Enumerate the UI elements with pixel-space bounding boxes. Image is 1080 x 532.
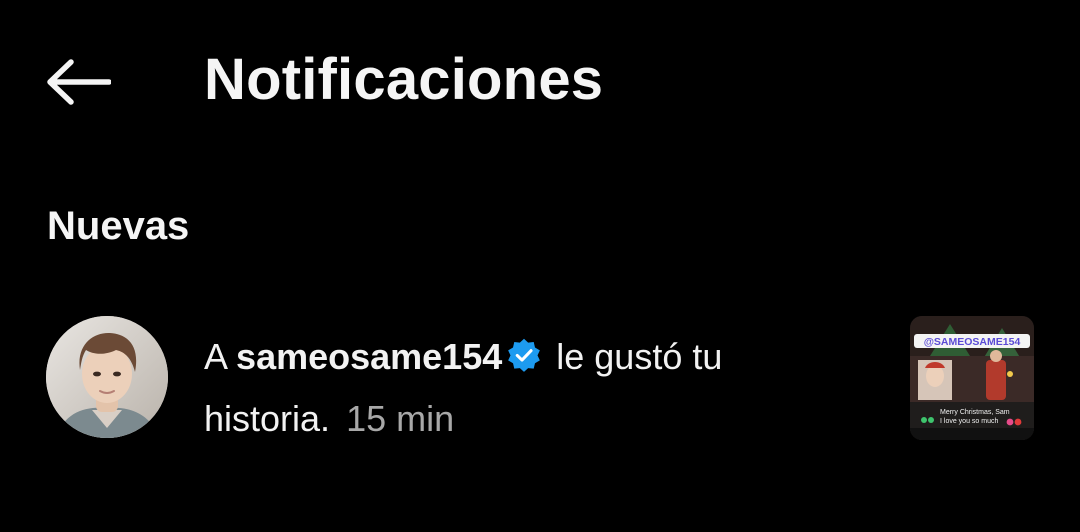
page-title: Notificaciones	[204, 47, 604, 112]
notification-message: le gustó tu	[556, 336, 723, 377]
notification-username[interactable]: sameosame154	[236, 336, 502, 377]
thumbnail-caption-2: I love you so much	[940, 418, 998, 425]
arrow-left-icon	[47, 59, 111, 105]
back-button[interactable]	[40, 52, 116, 112]
notification-message-cont: historia.	[204, 398, 331, 439]
thumbnail-caption-1: Merry Christmas, Sam	[940, 409, 1010, 416]
story-thumbnail[interactable]: @SAMEOSAME154 Merry Christmas, Sam I lov…	[910, 316, 1034, 440]
section-heading-new: Nuevas	[47, 204, 190, 248]
avatar[interactable]	[46, 316, 168, 438]
avatar-photo	[46, 316, 168, 438]
notification-text: A sameosame154 le gustó tu historia. 15 …	[204, 326, 864, 450]
notification-prefix: A	[204, 336, 227, 377]
notification-time: 15 min	[346, 398, 455, 439]
story-preview-image: @SAMEOSAME154 Merry Christmas, Sam I lov…	[910, 316, 1034, 440]
notifications-screen: Notificaciones Nuevas A sameosame154 le …	[0, 0, 1080, 532]
thumbnail-mention: @SAMEOSAME154	[924, 336, 1021, 348]
notification-item[interactable]: A sameosame154 le gustó tu historia. 15 …	[0, 300, 1080, 460]
verified-badge-icon	[508, 338, 541, 372]
